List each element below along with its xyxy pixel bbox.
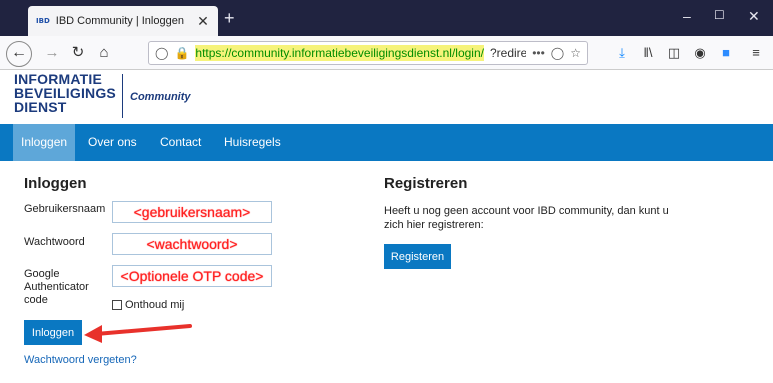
url-query: ?redirect_to=	[489, 46, 527, 60]
site-favicon: IBD	[36, 17, 50, 25]
logo-divider	[122, 74, 123, 118]
tab-title: IBD Community | Inloggen	[55, 15, 184, 27]
sidebar-icon[interactable]: ◫	[664, 42, 684, 64]
register-title: Registreren	[384, 175, 468, 192]
otp-label: Google Authenticator code	[24, 268, 89, 306]
pocket-icon[interactable]: ◯	[551, 46, 564, 60]
url-domain: https://community.informatiebeveiligings…	[195, 45, 484, 61]
tab-close-icon[interactable]: ✕	[196, 13, 210, 30]
window-close-icon[interactable]: ✕	[748, 8, 760, 25]
remember-me-checkbox[interactable]	[112, 300, 122, 310]
account-icon[interactable]: ◉	[690, 42, 710, 64]
password-field[interactable]: <wachtwoord>	[112, 233, 272, 255]
otp-annotation: <Optionele OTP code>	[120, 268, 264, 284]
menu-icon[interactable]: ≡	[746, 42, 766, 64]
library-icon[interactable]: ‖\	[638, 42, 658, 64]
bookmark-star-icon[interactable]: ☆	[570, 46, 581, 60]
register-info: Heeft u nog geen account voor IBD commun…	[384, 205, 669, 231]
remember-me-label: Onthoud mij	[125, 299, 185, 311]
maximize-icon[interactable]: ☐	[714, 8, 725, 22]
shield-icon[interactable]: ◯	[155, 46, 168, 60]
forward-icon[interactable]: →	[40, 42, 64, 64]
zoom-icon[interactable]: ■	[716, 42, 736, 64]
remember-me[interactable]: Onthoud mij	[112, 299, 184, 311]
main-navigation: Inloggen Over ons Contact Huisregels	[0, 124, 773, 161]
otp-field[interactable]: <Optionele OTP code>	[112, 265, 272, 287]
page-actions-icon[interactable]: •••	[532, 46, 545, 60]
annotation-arrow-icon	[84, 324, 192, 343]
back-icon[interactable]: ←	[6, 41, 32, 67]
browser-tab-bar: IBD IBD Community | Inloggen ✕ + – ☐ ✕	[0, 0, 773, 36]
username-label: Gebruikersnaam	[24, 203, 106, 215]
new-tab-icon[interactable]: +	[224, 8, 235, 28]
register-button[interactable]: Registeren	[384, 244, 451, 269]
home-icon[interactable]: ⌂	[92, 42, 116, 64]
forgot-password-link[interactable]: Wachtwoord vergeten?	[24, 354, 137, 366]
password-label: Wachtwoord	[24, 236, 85, 248]
minimize-icon[interactable]: –	[683, 8, 691, 24]
site-logo[interactable]: INFORMATIE BEVEILIGINGS DIENST	[14, 72, 116, 114]
nav-item-inloggen[interactable]: Inloggen	[13, 124, 76, 161]
login-title: Inloggen	[24, 175, 87, 192]
lock-icon[interactable]: 🔒	[174, 46, 189, 60]
username-annotation: <gebruikersnaam>	[133, 204, 251, 220]
username-field[interactable]: <gebruikersnaam>	[112, 201, 272, 223]
download-icon[interactable]: ⤓	[612, 42, 632, 64]
site-header: INFORMATIE BEVEILIGINGS DIENST Community	[0, 70, 773, 124]
login-button[interactable]: Inloggen	[24, 320, 82, 345]
browser-tab[interactable]: IBD IBD Community | Inloggen ✕	[28, 6, 218, 36]
page-content: Inloggen Gebruikersnaam <gebruikersnaam>…	[0, 161, 773, 383]
reload-icon[interactable]: ↻	[66, 42, 90, 64]
url-bar[interactable]: ◯ 🔒 https://community.informatiebeveilig…	[148, 41, 588, 65]
nav-item-huisregels[interactable]: Huisregels	[216, 124, 289, 161]
browser-navigation-bar: ← → ↻ ⌂ ◯ 🔒 https://community.informatie…	[0, 36, 773, 70]
password-annotation: <wachtwoord>	[146, 236, 238, 252]
nav-item-contact[interactable]: Contact	[152, 124, 209, 161]
nav-item-over-ons[interactable]: Over ons	[80, 124, 145, 161]
logo-subtitle: Community	[130, 91, 191, 103]
